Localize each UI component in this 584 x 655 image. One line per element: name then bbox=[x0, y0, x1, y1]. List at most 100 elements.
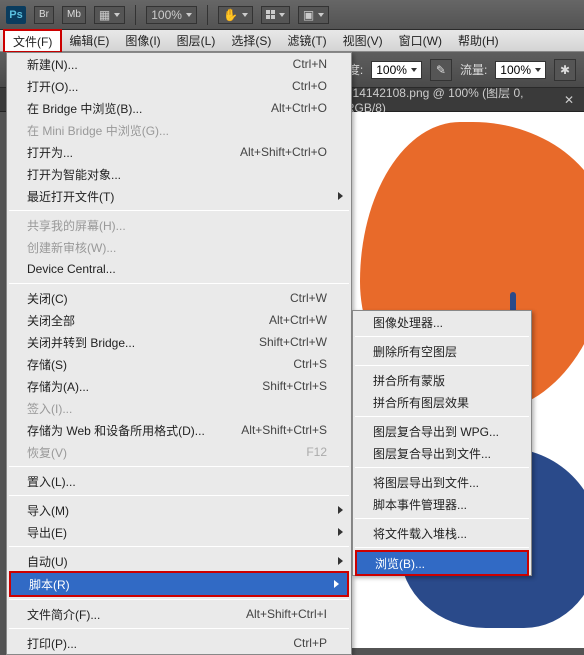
menu-item[interactable]: 关闭全部 Alt+Ctrl+W bbox=[7, 309, 351, 331]
menu-item-label: 存储为(A)... bbox=[27, 378, 89, 395]
menu-item-label: 打开为... bbox=[27, 144, 73, 161]
menu-item[interactable]: 置入(L)... bbox=[7, 470, 351, 492]
menu-item-label: 打开(O)... bbox=[27, 78, 78, 95]
menubar-item[interactable]: 编辑(E) bbox=[61, 30, 117, 51]
menu-item[interactable]: 关闭(C)Ctrl+W bbox=[7, 287, 351, 309]
menu-shortcut: Shift+Ctrl+W bbox=[259, 335, 327, 349]
menu-item[interactable]: 在 Bridge 中浏览(B)...Alt+Ctrl+O bbox=[7, 97, 351, 119]
menu-item-label: 关闭全部 bbox=[27, 312, 75, 329]
close-tab-icon[interactable]: ✕ bbox=[564, 93, 574, 107]
filmstrip-icon: ▦ bbox=[99, 8, 110, 22]
menu-shortcut: Ctrl+S bbox=[293, 357, 327, 371]
hand-tool-button[interactable]: ✋ bbox=[218, 6, 253, 24]
menu-separator bbox=[355, 416, 529, 417]
menu-item[interactable]: 拼合所有蒙版 bbox=[353, 369, 531, 391]
menu-item[interactable]: 打开为智能对象... bbox=[7, 163, 351, 185]
menu-item-label: 拼合所有蒙版 bbox=[373, 372, 445, 389]
menu-shortcut: Alt+Ctrl+W bbox=[269, 313, 327, 327]
menu-item-label: 将图层导出到文件... bbox=[373, 474, 479, 491]
menu-item[interactable]: 删除所有空图层 bbox=[353, 340, 531, 362]
menu-item-label: 图层复合导出到 WPG... bbox=[373, 423, 499, 440]
menu-shortcut: Alt+Shift+Ctrl+S bbox=[241, 423, 327, 437]
menubar-item[interactable]: 滤镜(T) bbox=[279, 30, 334, 51]
screenfit-button[interactable]: ▣ bbox=[298, 6, 329, 24]
menu-item-label: 新建(N)... bbox=[27, 56, 78, 73]
menu-item[interactable]: 图像处理器... bbox=[353, 311, 531, 333]
menu-item[interactable]: 存储为(A)...Shift+Ctrl+S bbox=[7, 375, 351, 397]
menu-separator bbox=[355, 336, 529, 337]
menubar-item[interactable]: 帮助(H) bbox=[450, 30, 507, 51]
menu-separator bbox=[9, 283, 349, 284]
document-tab[interactable]: 014142108.png @ 100% (图层 0, RGB/8) bbox=[346, 84, 558, 115]
menu-item[interactable]: 打印(P)...Ctrl+P bbox=[7, 632, 351, 654]
menu-item[interactable]: 脚本事件管理器... bbox=[353, 493, 531, 515]
menu-item: 签入(I)... bbox=[7, 397, 351, 419]
menu-item-label: 脚本事件管理器... bbox=[373, 496, 467, 513]
menu-item-label: 置入(L)... bbox=[27, 473, 76, 490]
menu-item[interactable]: 文件简介(F)...Alt+Shift+Ctrl+I bbox=[7, 603, 351, 625]
menu-shortcut: Ctrl+W bbox=[290, 291, 327, 305]
menu-shortcut: Alt+Shift+Ctrl+I bbox=[246, 607, 327, 621]
menu-item[interactable]: 最近打开文件(T) bbox=[7, 185, 351, 207]
menu-item-highlighted[interactable]: 脚本(R) bbox=[9, 571, 349, 597]
menu-item: 创建新审核(W)... bbox=[7, 236, 351, 258]
menu-item[interactable]: 新建(N)... Ctrl+N bbox=[7, 53, 351, 75]
app-titlebar: Ps Br Mb ▦ 100% ✋ ▣ bbox=[0, 0, 584, 30]
menu-item[interactable]: 图层复合导出到 WPG... bbox=[353, 420, 531, 442]
menu-separator bbox=[9, 599, 349, 600]
menu-separator bbox=[9, 495, 349, 496]
menu-item-label: 图层复合导出到文件... bbox=[373, 445, 491, 462]
menu-item[interactable]: 存储(S) Ctrl+S bbox=[7, 353, 351, 375]
menubar-item[interactable]: 图像(I) bbox=[117, 30, 168, 51]
grid-icon bbox=[266, 10, 275, 19]
opacity-field[interactable]: 100% bbox=[371, 61, 422, 79]
menu-separator bbox=[9, 628, 349, 629]
menu-separator bbox=[9, 466, 349, 467]
menu-item-label: 将文件载入堆栈... bbox=[373, 525, 467, 542]
menubar-item[interactable]: 窗口(W) bbox=[391, 30, 450, 51]
menu-item[interactable]: 存储为 Web 和设备所用格式(D)... Alt+Shift+Ctrl+S bbox=[7, 419, 351, 441]
menu-item[interactable]: 将图层导出到文件... bbox=[353, 471, 531, 493]
menubar-item[interactable]: 选择(S) bbox=[223, 30, 279, 51]
menu-item: 共享我的屏幕(H)... bbox=[7, 214, 351, 236]
menu-separator bbox=[355, 518, 529, 519]
menu-item-label: 导出(E) bbox=[27, 524, 67, 541]
menubar-item[interactable]: 视图(V) bbox=[335, 30, 391, 51]
arrange-button[interactable] bbox=[261, 6, 290, 24]
menubar-item[interactable]: 文件(F) bbox=[4, 30, 61, 51]
menu-separator bbox=[355, 365, 529, 366]
menu-item[interactable]: 打开为... Alt+Shift+Ctrl+O bbox=[7, 141, 351, 163]
menu-item[interactable]: 自动(U) bbox=[7, 550, 351, 572]
menu-item-label: 自动(U) bbox=[27, 553, 68, 570]
menu-shortcut: Ctrl+N bbox=[293, 57, 327, 71]
menu-item-highlighted[interactable]: 浏览(B)... bbox=[355, 550, 529, 576]
menu-item[interactable]: 关闭并转到 Bridge...Shift+Ctrl+W bbox=[7, 331, 351, 353]
menu-shortcut: F12 bbox=[306, 445, 327, 459]
flow-field[interactable]: 100% bbox=[495, 61, 546, 79]
menu-separator bbox=[9, 210, 349, 211]
menu-item[interactable]: 拼合所有图层效果 bbox=[353, 391, 531, 413]
menu-item-label: 打印(P)... bbox=[27, 635, 77, 652]
bridge-button[interactable]: Br bbox=[34, 6, 54, 24]
menu-item[interactable]: 打开(O)...Ctrl+O bbox=[7, 75, 351, 97]
airbrush-icon[interactable]: ✱ bbox=[554, 59, 576, 81]
menubar-item[interactable]: 图层(L) bbox=[169, 30, 224, 51]
minibridge-button[interactable]: Mb bbox=[62, 6, 86, 24]
menu-item[interactable]: Device Central... bbox=[7, 258, 351, 280]
screen-mode-dropdown[interactable]: ▦ bbox=[94, 6, 125, 24]
menu-item[interactable]: 图层复合导出到文件... bbox=[353, 442, 531, 464]
pressure-opacity-icon[interactable]: ✎ bbox=[430, 59, 452, 81]
menu-item-label: 共享我的屏幕(H)... bbox=[27, 217, 126, 234]
menu-item-label: 创建新审核(W)... bbox=[27, 239, 116, 256]
menu-item[interactable]: 导入(M) bbox=[7, 499, 351, 521]
submenu-arrow-icon bbox=[338, 506, 343, 514]
menu-shortcut: Alt+Shift+Ctrl+O bbox=[240, 145, 327, 159]
menu-item[interactable]: 导出(E) bbox=[7, 521, 351, 543]
menu-item-label: 签入(I)... bbox=[27, 400, 72, 417]
menu-item[interactable]: 将文件载入堆栈... bbox=[353, 522, 531, 544]
zoom-dropdown[interactable]: 100% bbox=[146, 6, 197, 24]
scripts-submenu: 图像处理器... 删除所有空图层拼合所有蒙版拼合所有图层效果图层复合导出到 WPG… bbox=[352, 310, 532, 576]
menu-item-label: 存储(S) bbox=[27, 356, 67, 373]
menu-item-label: 恢复(V) bbox=[27, 444, 67, 461]
menu-item-label: 存储为 Web 和设备所用格式(D)... bbox=[27, 422, 205, 439]
